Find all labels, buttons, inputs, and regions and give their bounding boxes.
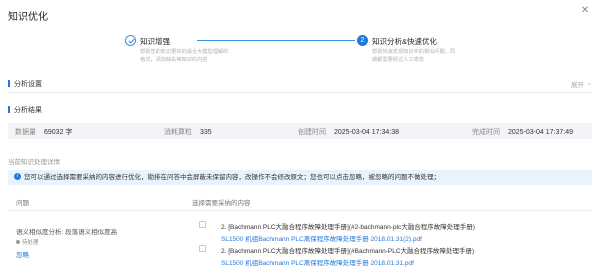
close-icon[interactable]: ✕: [580, 6, 590, 16]
stat-created-time: 创建时间 2025-03-04 17:34:38: [298, 127, 399, 137]
stat-data-volume: 数据量 69032 字: [15, 127, 72, 137]
step-desc-line: 格式，添加缺失等知识的内容: [140, 57, 208, 63]
stat-key: 数据量: [15, 129, 36, 136]
notice-banner: i 您可以通过选择需要采纳的内容进行优化，勘排在问答中会屏蔽未保留内容，改操作不会…: [8, 170, 592, 185]
stat-value: 69032 字: [44, 129, 73, 136]
step-title: 知识增强: [140, 37, 170, 46]
stat-key: 创建时间: [298, 129, 326, 136]
status-dot-icon: [16, 239, 20, 244]
step-desc-line: 期都需要经过人工修改: [372, 57, 424, 63]
status-text: 待处理: [22, 240, 39, 246]
option-checkbox[interactable]: [199, 245, 206, 252]
stat-key: 完成时间: [472, 129, 500, 136]
analysis-results-header: 分析结果: [8, 105, 42, 115]
ignore-link[interactable]: 忽略: [16, 249, 29, 259]
divider: [8, 210, 592, 211]
stat-consumed-units: 消耗算粒 335: [164, 127, 212, 137]
step-title: 知识分析&快速优化: [372, 37, 438, 46]
step-desc-line: 帮助快速发现知识中的相似问题，同: [372, 49, 456, 55]
chevron-down-icon[interactable]: ⌄: [587, 79, 592, 87]
stat-value: 2025-03-04 17:37:49: [508, 129, 573, 136]
divider: [8, 92, 592, 93]
option-title: 2. [Bachmann PLC大融合程序故障处理手册](#Bachmann-P…: [221, 248, 475, 255]
column-header-options: 选择需要采纳的内容: [192, 200, 251, 207]
option-title: 2. [Bachmann PLC大融合程序故障处理手册](#2-bachmann…: [221, 224, 475, 231]
step-desc-line: 帮助您的知识更好的适合大模型理解的: [140, 49, 229, 55]
step-description: 帮助您的知识更好的适合大模型理解的 格式，添加缺失等知识的内容: [140, 48, 290, 64]
info-icon: i: [14, 172, 21, 180]
stat-value: 335: [200, 129, 212, 136]
status-badge: 待处理: [16, 238, 39, 246]
details-subheading: 当前知识处理详情: [8, 159, 60, 166]
column-header-question: 问题: [16, 200, 29, 207]
step-connector: [197, 40, 355, 41]
stats-bar: 数据量 69032 字 消耗算粒 335 创建时间 2025-03-04 17:34:…: [8, 123, 592, 139]
option-checkbox[interactable]: [199, 221, 206, 228]
analysis-settings-header[interactable]: 分析设置: [8, 79, 42, 89]
option-source-link[interactable]: SL1500 机组Bachmann PLC离保程序故障处理手册 2018.01.…: [221, 233, 422, 243]
option-source-link[interactable]: SL1500 机组Bachmann PLC离保程序故障处理手册 2018.01.…: [221, 257, 414, 267]
check-icon: [125, 35, 136, 46]
stat-value: 2025-03-04 17:34:38: [334, 129, 399, 136]
dialog-title: 知识优化: [8, 12, 48, 23]
stat-key: 消耗算粒: [164, 129, 192, 136]
step-number: 2: [357, 35, 368, 46]
step-description: 帮助快速发现知识中的相似问题，同 期都需要经过人工修改: [372, 48, 522, 64]
expand-button[interactable]: 展开: [571, 79, 584, 89]
notice-text: 您可以通过选择需要采纳的内容进行优化，勘排在问答中会屏蔽未保留内容，改操作不会修…: [24, 174, 440, 181]
question-text: 语义相似度分析: 段落语义相似度高: [16, 229, 118, 236]
stat-completed-time: 完成时间 2025-03-04 17:37:49: [472, 127, 573, 137]
